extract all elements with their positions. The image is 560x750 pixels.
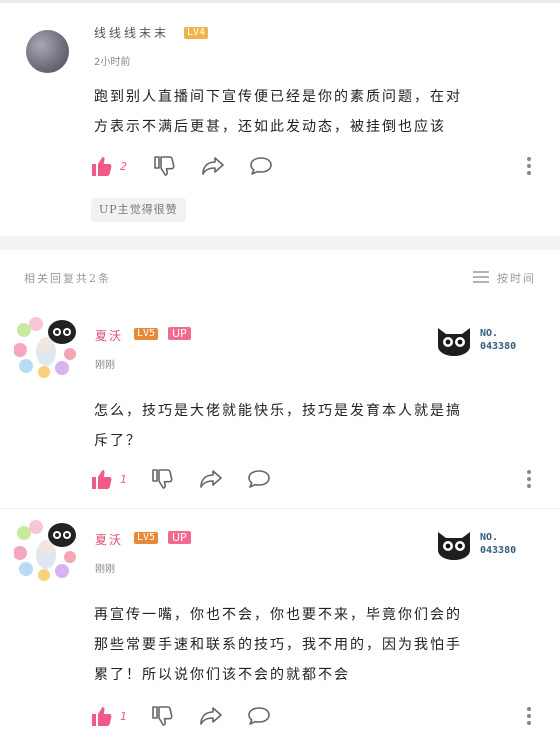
comment-icon[interactable] [248,154,274,178]
main-post-text: 跑到别人直播间下宣传便已经是你的素质问题，在对 方表示不满后更甚，还如此发动态，… [94,82,524,142]
thumb-down-icon[interactable] [152,154,176,178]
share-icon[interactable] [200,154,226,178]
share-icon[interactable] [198,467,224,491]
reply-count-label: 相关回复共2条 [24,272,111,285]
main-post-time: 2小时前 [94,57,131,68]
reply-no-label: NO. [480,532,499,543]
reply-no-number: 043380 [480,341,517,352]
black-cat-badge-icon [438,532,470,560]
main-post-like-count: 2 [120,160,127,173]
thumb-up-icon[interactable] [90,704,114,728]
main-post-actions: 2 [90,154,272,178]
top-divider [0,0,560,3]
thumb-up-icon[interactable] [90,467,114,491]
reply-text-line-2: 那些常要手速和联系的技巧，我不用的，因为我怕手 [94,637,462,653]
main-post-tag: UP主觉得很赞 [91,198,186,222]
reply-like-count: 1 [120,710,127,723]
reply-up-badge: UP [168,327,191,340]
reply-no-badge: NO. 043380 [480,531,516,557]
main-post-level-badge: LV4 [184,27,209,39]
reply-username[interactable]: 夏沃 [95,327,123,344]
reply-text: 再宣传一嘴，你也不会，你也要不来，毕竟你们会的 那些常要手速和联系的技巧，我不用… [94,600,524,690]
reply-no-number: 043380 [480,545,517,556]
black-cat-badge-icon [438,328,470,356]
reply-text: 怎么，技巧是大佬就能快乐，技巧是发育本人就是搞 斥了？ [94,396,524,456]
reply-no-label: NO. [480,328,499,339]
reply-more-icon[interactable] [527,707,531,728]
reply-level-badge: LV5 [134,328,159,340]
reply-text-line-2: 斥了？ [94,433,142,449]
reply-username[interactable]: 夏沃 [95,531,123,548]
reply-time: 刚刚 [95,360,115,371]
reply-up-badge: UP [168,531,191,544]
main-post-text-line-1: 跑到别人直播间下宣传便已经是你的素质问题，在对 [94,89,462,105]
thumb-down-icon[interactable] [150,704,174,728]
sort-lines-icon[interactable] [472,269,490,285]
main-post-avatar[interactable] [26,30,69,73]
sort-by-time-button[interactable]: 按时间 [497,270,536,286]
reply-avatar[interactable] [14,519,80,581]
section-separator [0,236,560,250]
reply-text-line-1: 怎么，技巧是大佬就能快乐，技巧是发育本人就是搞 [94,403,462,419]
reply-time: 刚刚 [95,564,115,575]
comment-icon[interactable] [246,467,272,491]
reply-like-count: 1 [120,473,127,486]
reply-actions: 1 [90,467,270,491]
reply-text-line-3: 累了！所以说你们该不会的就都不会 [94,667,350,683]
thumb-up-icon[interactable] [90,154,114,178]
thumb-down-icon[interactable] [150,467,174,491]
reply-divider [0,508,560,509]
main-post-text-line-2: 方表示不满后更甚，还如此发动态，被挂倒也应该 [94,119,446,135]
reply-level-badge: LV5 [134,532,159,544]
main-post-username[interactable]: 线线线末末 [94,24,169,41]
share-icon[interactable] [198,704,224,728]
comment-icon[interactable] [246,704,272,728]
reply-text-line-1: 再宣传一嘴，你也不会，你也要不来，毕竟你们会的 [94,607,462,623]
reply-actions: 1 [90,704,270,728]
reply-more-icon[interactable] [527,470,531,491]
main-post-more-icon[interactable] [527,157,531,178]
reply-no-badge: NO. 043380 [480,327,516,353]
reply-avatar[interactable] [14,316,80,378]
